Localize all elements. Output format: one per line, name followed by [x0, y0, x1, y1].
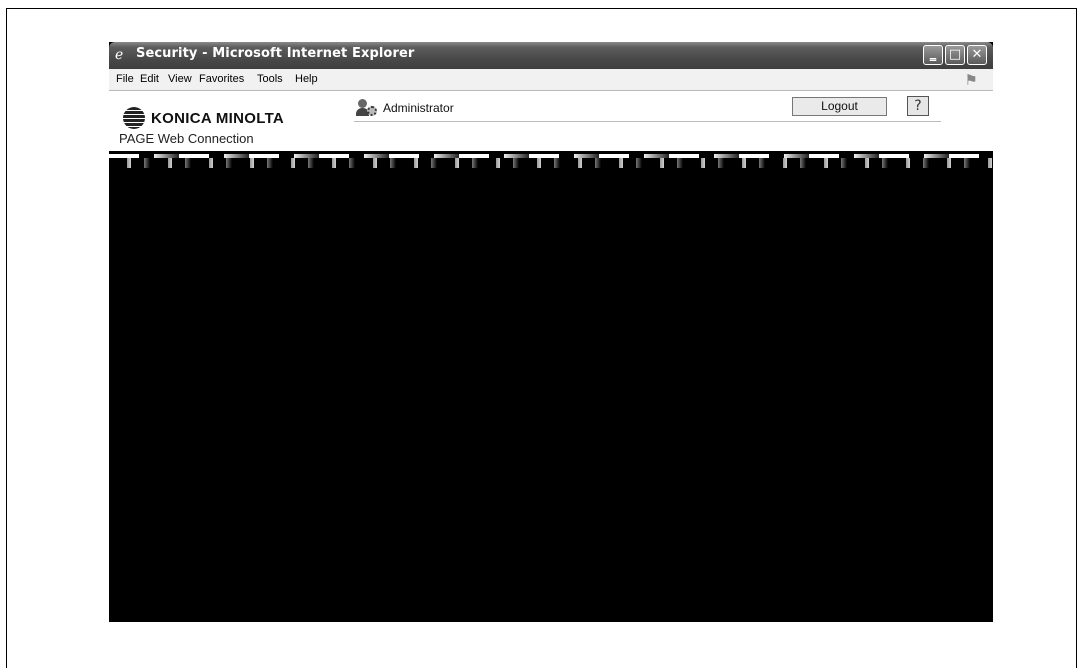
- globe-icon: [123, 107, 145, 129]
- user-name: Administrator: [383, 101, 454, 115]
- user-indicator: Administrator: [356, 99, 454, 117]
- window-title: Security - Microsoft Internet Explorer: [136, 46, 415, 61]
- browser-window: ℯ Security - Microsoft Internet Explorer…: [109, 42, 993, 622]
- pagescope-title: PAGE Web Connection: [119, 131, 254, 146]
- header-divider: [354, 121, 941, 122]
- help-button[interactable]: ?: [907, 96, 929, 116]
- menu-bar: File Edit View Favorites Tools Help ⚑: [109, 69, 993, 91]
- maximize-button[interactable]: □: [945, 45, 965, 65]
- ie-icon: ℯ: [115, 47, 124, 63]
- minimize-button[interactable]: ‗: [923, 45, 943, 65]
- menu-view[interactable]: View: [168, 73, 192, 85]
- pagescope-banner: PAGE Web Connection: [109, 131, 993, 151]
- close-button[interactable]: ✕: [967, 45, 987, 65]
- konica-minolta-logo: KONICA MINOLTA: [123, 107, 284, 129]
- brand-name: KONICA MINOLTA: [151, 109, 285, 127]
- render-artifact-lower: [109, 158, 993, 168]
- page-header: KONICA MINOLTA Administrator Logout ?: [109, 91, 993, 131]
- admin-user-icon: [356, 99, 378, 117]
- logout-button[interactable]: Logout: [792, 97, 887, 116]
- menu-help[interactable]: Help: [295, 73, 318, 85]
- menu-tools[interactable]: Tools: [257, 73, 283, 85]
- windows-logo-icon: ⚑: [965, 71, 977, 89]
- title-bar[interactable]: ℯ Security - Microsoft Internet Explorer…: [109, 42, 993, 69]
- menu-edit[interactable]: Edit: [140, 73, 159, 85]
- menu-file[interactable]: File: [116, 73, 134, 85]
- menu-favorites[interactable]: Favorites: [199, 73, 244, 85]
